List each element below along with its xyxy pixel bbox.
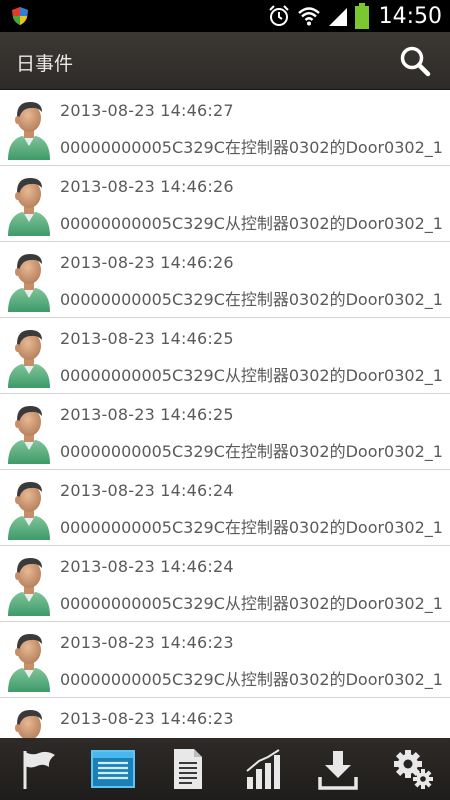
bottom-tab-bar (0, 738, 450, 800)
event-description: 00000000005C329C在控制器0302的Door0302_1 (60, 518, 443, 537)
list-window-icon (91, 750, 135, 788)
person-avatar-icon (8, 558, 50, 616)
event-row[interactable]: 2013-08-23 14:46:26 00000000005C329C从控制器0… (0, 166, 450, 242)
event-time: 2013-08-23 14:46:25 (60, 405, 234, 424)
event-time: 2013-08-23 14:46:26 (60, 177, 234, 196)
document-icon (174, 749, 202, 789)
search-icon[interactable] (398, 44, 432, 78)
wifi-icon (297, 7, 320, 26)
event-description: 00000000005C329C从控制器0302的Door0302_1 (60, 214, 443, 233)
page-title: 日事件 (16, 53, 74, 75)
event-description: 00000000005C329C在控制器0302的Door0302_1 (60, 442, 443, 461)
status-bar: 14:50 (0, 0, 450, 32)
tab-list[interactable] (88, 744, 138, 794)
download-icon (318, 751, 358, 790)
event-list[interactable]: 2013-08-23 14:46:27 00000000005C329C在控制器0… (0, 90, 450, 738)
event-row[interactable]: 2013-08-23 14:46:24 00000000005C329C在控制器0… (0, 470, 450, 546)
status-time: 14:50 (378, 3, 442, 29)
tab-document[interactable] (163, 744, 213, 794)
tab-chart[interactable] (238, 744, 288, 794)
event-description: 00000000005C329C从控制器0302的Door0302_1 (60, 670, 443, 689)
person-avatar-icon (15, 710, 42, 738)
battery-icon (354, 3, 369, 29)
person-avatar-icon (8, 406, 50, 464)
person-avatar-icon (8, 330, 50, 388)
person-avatar-icon (8, 178, 50, 236)
event-row[interactable]: 2013-08-23 14:46:25 00000000005C329C在控制器0… (0, 394, 450, 470)
event-row[interactable]: 2013-08-23 14:46:25 00000000005C329C从控制器0… (0, 318, 450, 394)
flag-icon (23, 751, 55, 789)
event-row[interactable]: 2013-08-23 14:46:24 00000000005C329C从控制器0… (0, 546, 450, 622)
event-time: 2013-08-23 14:46:25 (60, 329, 234, 348)
event-description: 00000000005C329C在控制器0302的Door0302_1 (60, 138, 443, 157)
shield-icon (12, 7, 28, 25)
event-row[interactable]: 2013-08-23 14:46:27 00000000005C329C在控制器0… (0, 90, 450, 166)
tab-flag[interactable] (13, 744, 63, 794)
signal-icon (328, 8, 347, 26)
event-time: 2013-08-23 14:46:27 (60, 101, 234, 120)
event-time: 2013-08-23 14:46:26 (60, 253, 234, 272)
bar-chart-icon (246, 749, 280, 789)
person-avatar-icon (8, 482, 50, 540)
event-time: 2013-08-23 14:46:24 (60, 557, 234, 576)
event-row[interactable]: 2013-08-23 14:46:26 00000000005C329C在控制器0… (0, 242, 450, 318)
person-avatar-icon (8, 102, 50, 160)
tab-settings[interactable] (388, 744, 438, 794)
event-description: 00000000005C329C从控制器0302的Door0302_1 (60, 366, 443, 385)
event-time: 2013-08-23 14:46:23 (60, 633, 234, 652)
event-description: 00000000005C329C在控制器0302的Door0302_1 (60, 290, 443, 309)
event-description: 00000000005C329C从控制器0302的Door0302_1 (60, 594, 443, 613)
alarm-icon (268, 5, 289, 26)
action-bar: 日事件 (0, 32, 450, 90)
event-time: 2013-08-23 14:46:23 (60, 709, 234, 728)
tab-download[interactable] (313, 744, 363, 794)
person-avatar-icon (8, 634, 50, 692)
event-time: 2013-08-23 14:46:24 (60, 481, 234, 500)
event-row[interactable]: 2013-08-23 14:46:23 (0, 698, 450, 738)
person-avatar-icon (8, 254, 50, 312)
event-row[interactable]: 2013-08-23 14:46:23 00000000005C329C从控制器0… (0, 622, 450, 698)
settings-gears-icon (394, 750, 433, 789)
